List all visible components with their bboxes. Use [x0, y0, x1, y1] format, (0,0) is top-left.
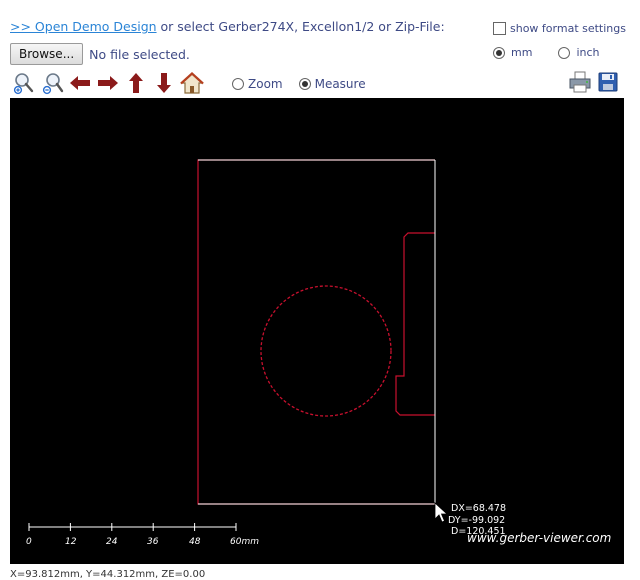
unit-inch-label: inch	[576, 46, 600, 59]
zoom-in-icon[interactable]	[10, 70, 38, 96]
scale-label: 24	[106, 537, 118, 547]
measure-dy: DY=-99.092	[448, 514, 506, 526]
mode-measure-label: Measure	[314, 77, 366, 91]
watermark: www.gerber-viewer.com	[467, 531, 612, 545]
file-instructions: >> Open Demo Design or select Gerber274X…	[10, 19, 445, 34]
gerber-canvas[interactable]: 0 12 24 36 48 60mm	[10, 98, 624, 564]
mode-selector: Zoom Measure	[232, 77, 366, 91]
arrow-right-icon[interactable]	[94, 70, 122, 96]
unit-mm-radio[interactable]	[493, 46, 505, 59]
mode-measure-radio[interactable]	[298, 78, 311, 90]
arrow-left-icon[interactable]	[66, 70, 94, 96]
show-format-settings[interactable]: show format settings	[493, 22, 626, 35]
mode-zoom-radio[interactable]	[232, 78, 244, 90]
scale-label: 0	[26, 537, 32, 547]
arrow-up-icon[interactable]	[122, 70, 150, 96]
home-icon[interactable]	[178, 70, 206, 96]
measure-dx: DX=68.478	[451, 503, 507, 514]
board-notch	[395, 232, 435, 416]
zoom-out-icon[interactable]	[38, 70, 66, 96]
select-file-text: or select Gerber274X, Excellon1/2 or Zip…	[156, 19, 445, 34]
scale-label: 12	[65, 537, 77, 547]
file-picker: Browse... No file selected.	[10, 43, 190, 65]
toolbar	[10, 70, 206, 96]
file-status: No file selected.	[89, 46, 190, 62]
show-format-settings-label: show format settings	[510, 22, 626, 35]
unit-mm-label: mm	[511, 46, 533, 59]
right-toolbar	[568, 71, 618, 96]
browse-button[interactable]: Browse...	[10, 43, 84, 65]
scale-label: 60mm	[230, 537, 259, 547]
coordinate-status: X=93.812mm, Y=44.312mm, ZE=0.00	[10, 569, 206, 580]
scale-label: 48	[189, 537, 201, 547]
print-icon[interactable]	[568, 71, 592, 96]
scale-label: 36	[147, 537, 159, 547]
unit-selector: mm inch	[493, 46, 600, 59]
scale-bar	[28, 523, 237, 531]
mode-zoom-label: Zoom	[248, 77, 283, 91]
board-outline	[197, 159, 435, 505]
open-demo-link[interactable]: >> Open Demo Design	[10, 19, 157, 34]
arrow-down-icon[interactable]	[150, 70, 178, 96]
show-format-settings-checkbox[interactable]	[493, 22, 506, 35]
save-icon[interactable]	[598, 72, 618, 95]
gerber-drawing: 0 12 24 36 48 60mm	[26, 159, 449, 547]
unit-inch-radio[interactable]	[558, 46, 571, 59]
board-hole	[260, 285, 392, 417]
